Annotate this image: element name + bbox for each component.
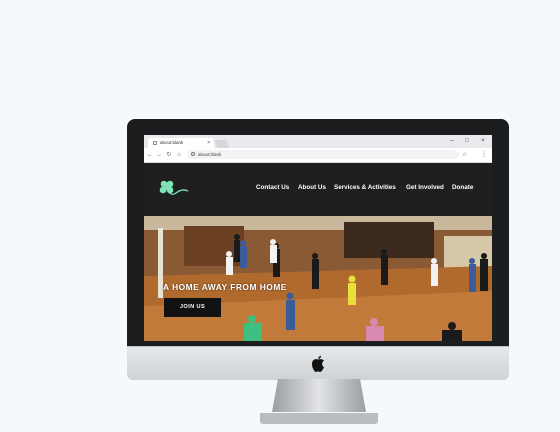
browser-window: about:blank × – □ × ← → ↻ ⌂ about:blank … <box>144 135 492 341</box>
tab-close-icon[interactable]: × <box>207 138 210 148</box>
browser-menu-icon[interactable]: ⋮ <box>481 150 487 160</box>
minimize-button[interactable]: – <box>444 135 460 147</box>
hero-title: A HOME AWAY FROM HOME <box>163 282 287 292</box>
monitor-chin <box>127 346 509 380</box>
home-icon[interactable]: ⌂ <box>175 150 183 160</box>
url-text: about:blank <box>198 152 222 157</box>
monitor-stand <box>260 379 378 424</box>
reload-icon[interactable]: ↻ <box>165 150 173 160</box>
nav-donate[interactable]: Donate <box>452 184 473 191</box>
close-window-button[interactable]: × <box>475 135 491 147</box>
address-bar[interactable]: about:blank <box>187 150 459 159</box>
monitor-bezel: about:blank × – □ × ← → ↻ ⌂ about:blank … <box>127 119 509 347</box>
nav-services-activities[interactable]: Services & Activities <box>334 184 396 191</box>
new-tab-button[interactable] <box>214 140 230 148</box>
site-header: Contact Us About Us Services & Activitie… <box>144 163 492 215</box>
back-icon[interactable]: ← <box>146 150 154 160</box>
nav-get-involved[interactable]: Get Involved <box>406 184 444 191</box>
maximize-button[interactable]: □ <box>459 135 475 147</box>
clover-icon[interactable] <box>154 177 190 199</box>
nav-contact-us[interactable]: Contact Us <box>256 184 289 191</box>
tab-bar: about:blank × – □ × <box>144 135 492 148</box>
hero-photo <box>144 216 492 341</box>
info-icon[interactable] <box>191 152 195 156</box>
browser-tab[interactable]: about:blank × <box>148 138 214 148</box>
tab-title: about:blank <box>160 140 184 145</box>
website: Contact Us About Us Services & Activitie… <box>144 163 492 341</box>
join-us-button[interactable]: JOIN US <box>164 298 221 317</box>
forward-icon[interactable]: → <box>155 150 163 160</box>
bookmark-star-icon[interactable]: ☆ <box>462 150 467 160</box>
nav-about-us[interactable]: About Us <box>298 184 326 191</box>
hero-banner: A HOME AWAY FROM HOME JOIN US <box>144 216 492 341</box>
apple-logo-icon <box>312 355 324 372</box>
page-icon <box>153 141 157 145</box>
toolbar: ← → ↻ ⌂ about:blank ☆ ⋮ <box>144 148 492 163</box>
